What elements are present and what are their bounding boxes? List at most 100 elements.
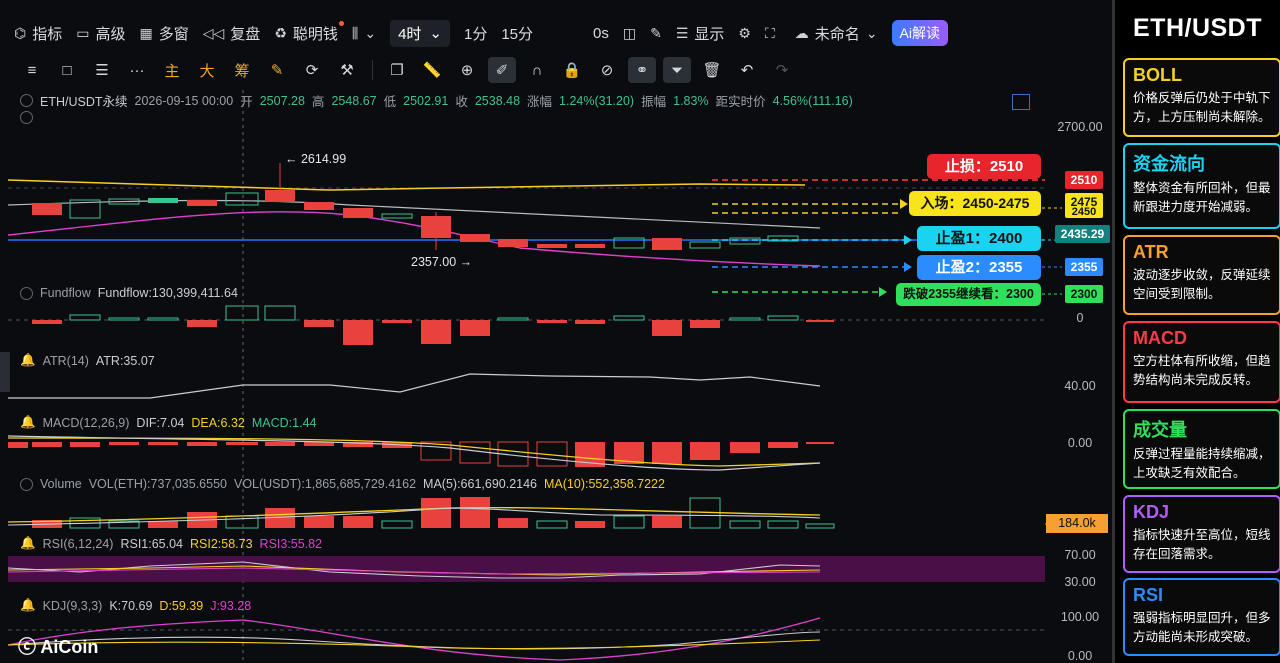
symbol-label: ETH/USDT永续 <box>40 95 128 109</box>
volume-label-row: Volume VOL(ETH):737,035.6550 VOL(USDT):1… <box>20 477 665 491</box>
indicator-card-desc: 反弹过程量能持续缩减，上攻缺乏有效配合。 <box>1133 447 1271 480</box>
close-value: 2538.48 <box>474 93 521 108</box>
distance-value: 4.56%(111.16) <box>772 93 853 108</box>
candle <box>575 244 605 248</box>
kdj-k-value: K:70.69 <box>109 598 153 613</box>
volume-axis-tag: 184.0k <box>1046 514 1108 533</box>
indicator-card: 成交量反弹过程量能持续缩减，上攻缺乏有效配合。 <box>1123 409 1280 489</box>
bell-icon[interactable]: 🔔 <box>20 415 36 430</box>
collapse-icon[interactable] <box>20 477 33 491</box>
atr-value: ATR:35.07 <box>95 353 155 368</box>
candle <box>729 237 761 245</box>
breakdown-callout: 跌破2355继续看：2300 <box>896 283 1041 306</box>
indicator-card: BOLL 价格反弹后仍处于中轨下方，上方压制尚未解除。 <box>1123 58 1280 137</box>
collapse-icon[interactable] <box>20 286 33 300</box>
logo-mark-icon: ⓒ <box>18 637 36 657</box>
rsi-label-row: 🔔 RSI(6,12,24) RSI1:65.04 RSI2:58.73 RSI… <box>20 536 323 551</box>
candle <box>265 190 295 202</box>
indicator-card-desc: 空方柱体有所收缩，但趋势结构尚未完成反转。 <box>1133 354 1271 387</box>
side-collapse-handle[interactable] <box>0 352 10 392</box>
vol-ma10-value: MA(10):552,358.7222 <box>544 477 665 491</box>
fundflow-value: Fundflow:130,399,411.64 <box>97 286 238 300</box>
indicator-card-title: 成交量 <box>1133 420 1187 440</box>
rsi3-value: RSI3:55.82 <box>259 536 323 551</box>
fundflow-axis-label: 0 <box>1076 311 1084 325</box>
macd-label-row: 🔔 MACD(12,26,9) DIF:7.04 DEA:6.32 MACD:1… <box>20 415 317 430</box>
candle <box>32 203 62 215</box>
ohlc-header: ETH/USDT永续 2026-09-15 00:00 开 2507.28 高 25… <box>20 91 853 110</box>
amplitude-value: 1.83% <box>673 93 709 108</box>
kdj-j-value: J:93.28 <box>210 598 252 613</box>
macd-dea-value: DEA:6.32 <box>191 415 245 430</box>
indicator-card-title: BOLL <box>1133 65 1182 85</box>
price-candles <box>32 163 799 250</box>
analysis-sidebar: ETH/USDT BOLL 价格反弹后仍处于中轨下方，上方压制尚未解除。资金流向整… <box>1112 0 1280 663</box>
current-price-tag: 2435.29 <box>1055 225 1110 243</box>
break-arrowhead <box>879 287 887 297</box>
boll-middle-line <box>7 199 821 229</box>
entry-callout: 入场：2450-2475 <box>909 191 1041 216</box>
indicator-card-desc: 波动逐步收敛，反弹延续空间受到限制。 <box>1133 268 1271 301</box>
sidebar-title: ETH/USDT <box>1133 14 1262 42</box>
candle <box>304 202 334 210</box>
candle <box>498 239 528 247</box>
expand-icon[interactable] <box>20 111 33 124</box>
indicator-card: RSI 强弱指标明显回升，但多方动能尚未形成突破。 <box>1123 578 1280 656</box>
candle <box>381 213 413 219</box>
change-value: 1.24%(31.20) <box>559 93 635 108</box>
collapse-icon[interactable] <box>20 94 33 107</box>
take-profit-1-callout: 止盈1：2400 <box>917 226 1041 251</box>
macd-axis-label: 0.00 <box>1067 436 1093 450</box>
vol-ma5-value: MA(5):661,690.2146 <box>423 477 538 491</box>
kdj-j-line <box>7 617 821 661</box>
macd-value: MACD:1.44 <box>251 415 317 430</box>
tp2-arrowhead <box>904 262 912 272</box>
entry-arrowhead <box>900 199 908 209</box>
rsi1-value: RSI1:65.04 <box>120 536 183 551</box>
volume-ma5-line <box>7 507 821 526</box>
price-tag-2450: 2450 <box>1065 206 1103 218</box>
candle <box>652 238 682 250</box>
kdj-d-value: D:59.39 <box>159 598 204 613</box>
bell-icon[interactable]: 🔔 <box>20 353 36 368</box>
app-root: ⌬ 指标 ▭ 高级 ▦ 多窗 ◁◁ 复盘 ♻ 聪明钱 ⫼ ⌄ 4时 ⌄ 1分 15分 0s ◫… <box>0 0 1280 663</box>
maximize-icon[interactable] <box>1012 94 1030 110</box>
indicator-card-desc: 强弱指标明显回升，但多方动能尚未形成突破。 <box>1133 611 1271 644</box>
bell-icon[interactable]: 🔔 <box>20 598 36 613</box>
fundflow-bars <box>32 305 834 345</box>
tp1-arrowhead <box>904 235 912 245</box>
indicator-card-title: KDJ <box>1133 502 1170 522</box>
candle <box>343 208 373 218</box>
take-profit-2-callout: 止盈2：2355 <box>917 255 1041 280</box>
low-annotation: 2357.00 → <box>411 255 473 269</box>
indicator-card-title: 资金流向 <box>1133 154 1205 174</box>
indicator-card-desc: 整体资金有所回补，但最新跟进力度开始减弱。 <box>1133 181 1271 214</box>
bell-icon[interactable]: 🔔 <box>20 536 36 551</box>
indicator-card: ATR 波动逐步收敛，反弹延续空间受到限制。 <box>1123 235 1280 315</box>
chart-area: ⌬ 指标 ▭ 高级 ▦ 多窗 ◁◁ 复盘 ♻ 聪明钱 ⫼ ⌄ 4时 ⌄ 1分 15分 0s ◫… <box>0 0 1112 663</box>
indicator-card: 资金流向整体资金有所回补，但最新跟进力度开始减弱。 <box>1123 143 1280 229</box>
atr-line <box>8 373 821 399</box>
indicator-card-title: RSI <box>1133 585 1164 605</box>
aicoin-logo: ⓒ AiCoin <box>18 637 99 657</box>
indicator-card-desc: 指标快速升至高位，短线存在回落需求。 <box>1133 528 1271 561</box>
price-tag-2300: 2300 <box>1065 285 1103 303</box>
indicator-card-desc: 价格反弹后仍处于中轨下方，上方压制尚未解除。 <box>1133 91 1271 124</box>
indicator-card-title: ATR <box>1133 242 1169 262</box>
vol-usdt-value: VOL(USDT):1,865,685,729.4162 <box>233 477 417 491</box>
candle-date: 2026-09-15 00:00 <box>134 93 234 108</box>
vol-eth-value: VOL(ETH):737,035.6550 <box>88 477 227 491</box>
candle <box>187 200 217 206</box>
fundflow-label-row: Fundflow Fundflow:130,399,411.64 <box>20 286 238 300</box>
stop-loss-callout: 止损：2510 <box>927 154 1041 179</box>
candle <box>421 216 451 238</box>
candle <box>148 198 178 203</box>
indicator-card: KDJ 指标快速升至高位，短线存在回落需求。 <box>1123 495 1280 573</box>
price-tag-2355: 2355 <box>1065 258 1103 276</box>
candle <box>689 241 721 249</box>
candle <box>537 244 567 248</box>
indicator-card-title: MACD <box>1133 328 1187 348</box>
volume-ma10-line <box>7 506 821 523</box>
kdj-axis-100: 100.00 <box>1060 610 1100 624</box>
rsi2-value: RSI2:58.73 <box>190 536 253 551</box>
